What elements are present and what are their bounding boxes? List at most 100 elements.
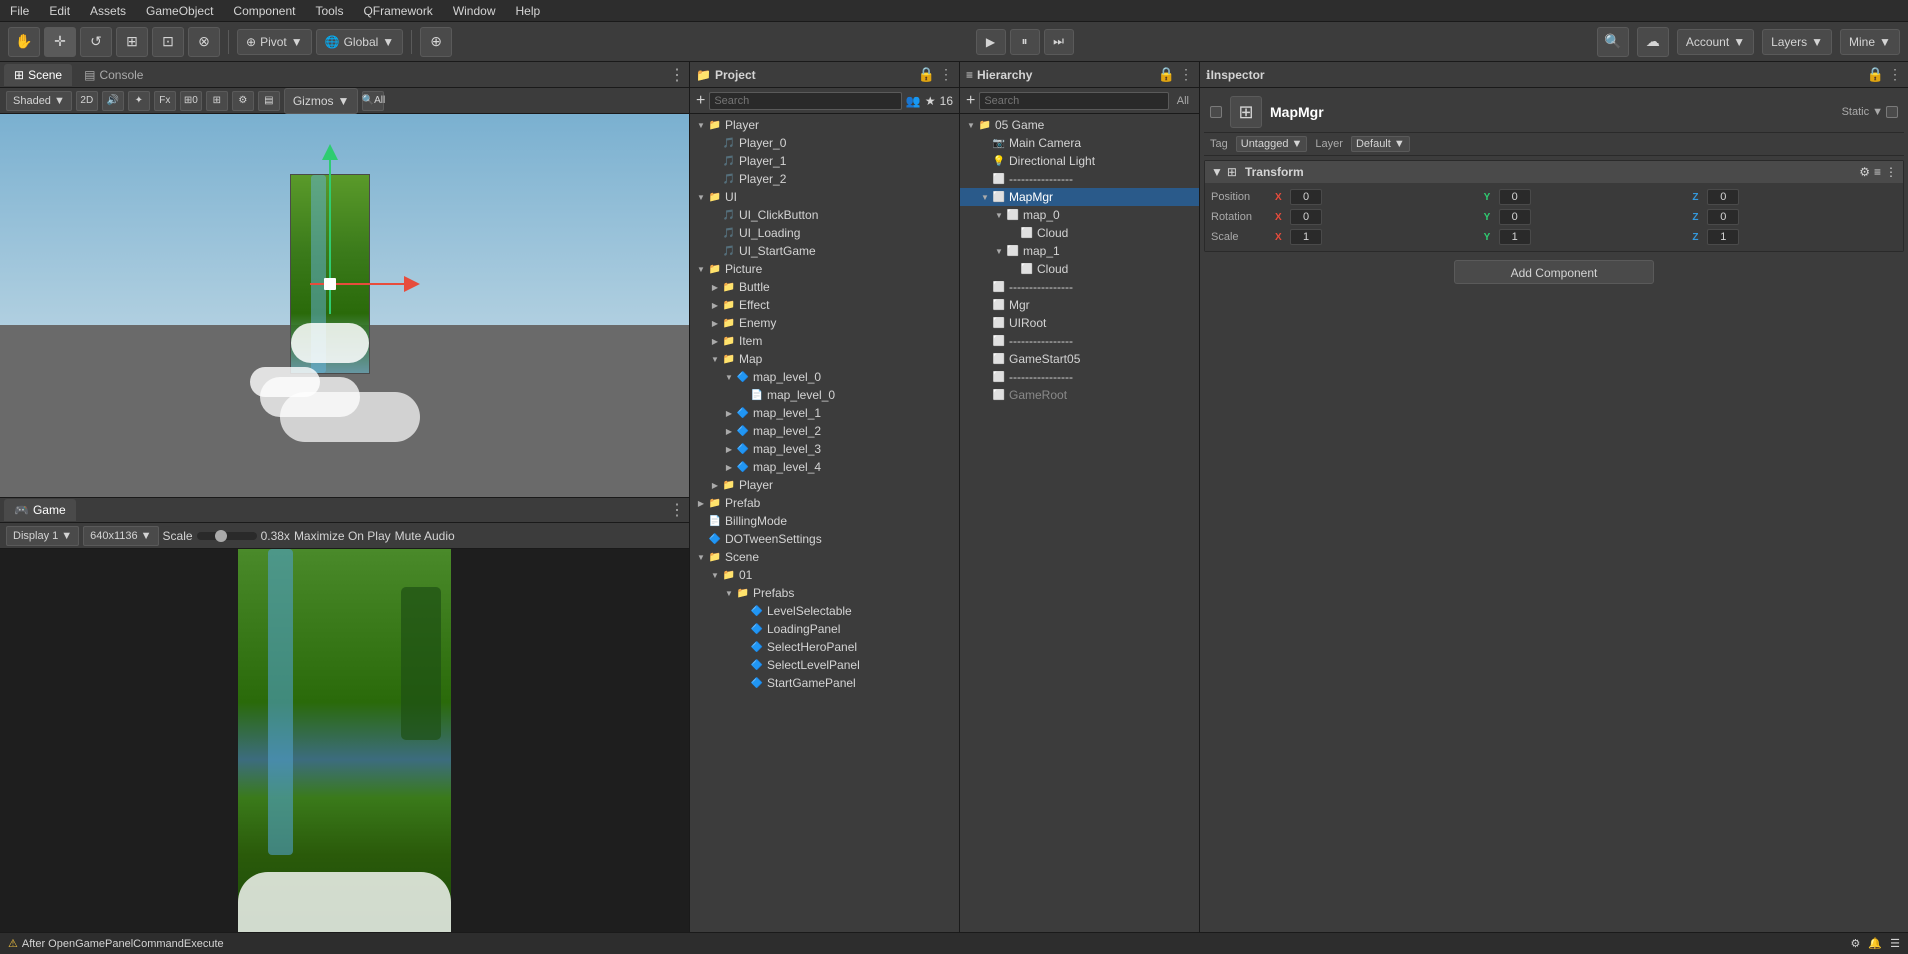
tree-arrow-icon[interactable] <box>708 478 722 492</box>
game-tab-more[interactable]: ⋮ <box>669 500 685 520</box>
list-item[interactable]: ⬜GameRoot <box>960 386 1199 404</box>
tab-console[interactable]: ▤ Console <box>74 64 153 86</box>
list-item[interactable]: 📁Effect <box>690 296 959 314</box>
list-item[interactable]: 📁05 Game <box>960 116 1199 134</box>
layer-num-button[interactable]: ⊞ 0 <box>180 91 202 111</box>
snap-settings-button[interactable]: ⚙ <box>232 91 254 111</box>
list-item[interactable]: 📁Picture <box>690 260 959 278</box>
status-icon-1[interactable]: ⚙ <box>1851 937 1861 950</box>
collab-button[interactable]: 🔍 <box>1597 27 1629 57</box>
tree-arrow-icon[interactable] <box>694 190 708 204</box>
menu-gameobject[interactable]: GameObject <box>142 2 217 20</box>
list-item[interactable]: ⬜map_0 <box>960 206 1199 224</box>
scale-y-value[interactable]: 1 <box>1499 229 1531 245</box>
global-dropdown[interactable]: 🌐 Global ▼ <box>316 29 404 55</box>
list-item[interactable]: 🔷map_level_1 <box>690 404 959 422</box>
tree-arrow-icon[interactable] <box>722 370 736 384</box>
list-item[interactable]: 📁Player <box>690 476 959 494</box>
rotate-tool-button[interactable]: ↺ <box>80 27 112 57</box>
list-item[interactable]: 📁Prefab <box>690 494 959 512</box>
tree-arrow-icon[interactable] <box>722 586 736 600</box>
status-icon-2[interactable]: 🔔 <box>1868 937 1882 950</box>
list-item[interactable]: 🔷SelectLevelPanel <box>690 656 959 674</box>
tree-arrow-icon[interactable] <box>722 442 736 456</box>
list-item[interactable]: 📁01 <box>690 566 959 584</box>
menu-edit[interactable]: Edit <box>45 2 74 20</box>
project-star-icon[interactable]: ★ <box>925 94 936 108</box>
hierarchy-lock-icon[interactable]: 🔒 <box>1158 66 1175 83</box>
add-component-button[interactable]: Add Component <box>1454 260 1654 284</box>
list-item[interactable]: 📁Buttle <box>690 278 959 296</box>
list-item[interactable]: 🔷StartGamePanel <box>690 674 959 692</box>
tree-arrow-icon[interactable] <box>708 280 722 294</box>
grid-button[interactable]: ⊞ <box>206 91 228 111</box>
list-item[interactable]: ⬜GameStart05 <box>960 350 1199 368</box>
list-item[interactable]: ⬜UIRoot <box>960 314 1199 332</box>
menu-component[interactable]: Component <box>229 2 299 20</box>
list-item[interactable]: ⬜map_1 <box>960 242 1199 260</box>
mute-label[interactable]: Mute Audio <box>395 529 455 543</box>
hierarchy-more-icon[interactable]: ⋮ <box>1179 66 1193 83</box>
transform-more-icon[interactable]: ⋮ <box>1885 165 1897 179</box>
static-checkbox[interactable] <box>1886 106 1898 118</box>
list-item[interactable]: 🎵Player_2 <box>690 170 959 188</box>
list-item[interactable]: ⬜MapMgr <box>960 188 1199 206</box>
resolution-dropdown[interactable]: 640x1136 ▼ <box>83 526 158 546</box>
scale-slider-thumb[interactable] <box>215 530 227 542</box>
list-item[interactable]: 🔷LevelSelectable <box>690 602 959 620</box>
list-item[interactable]: 🎵UI_Loading <box>690 224 959 242</box>
list-item[interactable]: 🔷LoadingPanel <box>690 620 959 638</box>
scene-tab-more[interactable]: ⋮ <box>669 65 685 85</box>
layer-dropdown[interactable]: Default ▼ <box>1351 136 1410 152</box>
list-item[interactable]: ⬜---------------- <box>960 278 1199 296</box>
list-item[interactable]: 📁Item <box>690 332 959 350</box>
list-item[interactable]: ⬜---------------- <box>960 332 1199 350</box>
twod-button[interactable]: 2D <box>76 91 98 111</box>
list-item[interactable]: ⬜Mgr <box>960 296 1199 314</box>
list-item[interactable]: 📁UI <box>690 188 959 206</box>
effects-button[interactable]: ✦ <box>128 91 150 111</box>
menu-window[interactable]: Window <box>449 2 500 20</box>
tag-dropdown[interactable]: Untagged ▼ <box>1236 136 1308 152</box>
pos-z-value[interactable]: 0 <box>1707 189 1739 205</box>
list-item[interactable]: 📁Enemy <box>690 314 959 332</box>
tree-arrow-icon[interactable] <box>694 262 708 276</box>
gizmos-dropdown[interactable]: Gizmos ▼ <box>284 88 359 114</box>
hand-tool-button[interactable]: ✋ <box>8 27 40 57</box>
list-item[interactable]: 🎵Player_1 <box>690 152 959 170</box>
rect-tool-button[interactable]: ⊡ <box>152 27 184 57</box>
project-add-icon[interactable]: + <box>696 92 705 110</box>
hierarchy-search-input[interactable] <box>979 92 1168 110</box>
scale-tool-button[interactable]: ⊞ <box>116 27 148 57</box>
scale-slider[interactable] <box>197 532 257 540</box>
scale-x-value[interactable]: 1 <box>1290 229 1322 245</box>
list-item[interactable]: 🔷SelectHeroPanel <box>690 638 959 656</box>
tree-arrow-icon[interactable] <box>694 496 708 510</box>
list-item[interactable]: 🔷map_level_2 <box>690 422 959 440</box>
inspector-lock-icon[interactable]: 🔒 <box>1867 66 1884 83</box>
project-collab-icon[interactable]: 👥 <box>906 94 921 108</box>
tree-arrow-icon[interactable] <box>978 190 992 204</box>
tree-arrow-icon[interactable] <box>722 406 736 420</box>
list-item[interactable]: 🎵Player_0 <box>690 134 959 152</box>
list-item[interactable]: 📷Main Camera <box>960 134 1199 152</box>
tab-scene[interactable]: ⊞ Scene <box>4 64 72 86</box>
tree-arrow-icon[interactable] <box>708 568 722 582</box>
menu-help[interactable]: Help <box>512 2 545 20</box>
list-item[interactable]: 🔷DOTweenSettings <box>690 530 959 548</box>
list-item[interactable]: 📁Prefabs <box>690 584 959 602</box>
menu-tools[interactable]: Tools <box>311 2 347 20</box>
list-item[interactable]: ⬜---------------- <box>960 170 1199 188</box>
list-item[interactable]: 📁Player <box>690 116 959 134</box>
cloud-button[interactable]: ☁ <box>1637 27 1669 57</box>
list-item[interactable]: 💡Directional Light <box>960 152 1199 170</box>
list-item[interactable]: ⬜Cloud <box>960 224 1199 242</box>
project-lock-icon[interactable]: 🔒 <box>918 66 935 83</box>
fx-button[interactable]: Fx <box>154 91 176 111</box>
list-item[interactable]: 📁Scene <box>690 548 959 566</box>
transform-tool-button[interactable]: ⊗ <box>188 27 220 57</box>
account-dropdown[interactable]: Account ▼ <box>1677 29 1754 55</box>
tree-arrow-icon[interactable] <box>708 298 722 312</box>
status-icon-3[interactable]: ☰ <box>1890 937 1900 950</box>
shaded-dropdown[interactable]: Shaded ▼ <box>6 91 72 111</box>
